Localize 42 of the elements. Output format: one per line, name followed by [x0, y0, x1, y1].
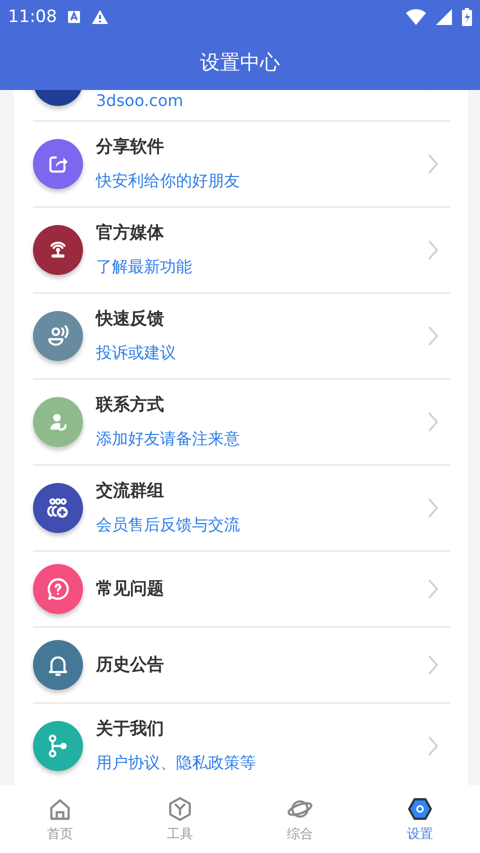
settings-row[interactable]: 分享软件 快安利给你的好朋友 [33, 122, 450, 208]
row-title: 交流群组 [96, 480, 165, 503]
signal-icon [436, 9, 452, 25]
settings-row[interactable]: 常见问题 [33, 552, 450, 628]
chevron-right-icon [428, 240, 438, 260]
row-subtitle: 了解最新功能 [96, 256, 193, 278]
settings-row[interactable]: 交流群组 会员售后反馈与交流 [33, 466, 450, 552]
row-subtitle: 会员售后反馈与交流 [96, 514, 241, 536]
row-subtitle: 3dsoo.com [96, 90, 184, 112]
question-bubble-icon [45, 576, 71, 602]
chevron-right-icon [428, 326, 438, 346]
chevron-right-icon [428, 655, 438, 675]
row-title: 历史公告 [96, 654, 165, 677]
settings-row[interactable]: 联系方式 添加好友请备注来意 [33, 380, 450, 466]
settings-row[interactable]: 快速反馈 投诉或建议 [33, 294, 450, 380]
chevron-right-icon [428, 498, 438, 518]
hexagon-y-icon [167, 796, 193, 822]
hexagon-settings-icon [407, 796, 433, 822]
row-subtitle: 快安利给你的好朋友 [96, 170, 241, 192]
row-title: 分享软件 [96, 136, 165, 159]
page-title: 设置中心 [200, 48, 280, 76]
settings-row[interactable]: 3dsoo.com [33, 90, 450, 122]
status-time: 11:08 [8, 7, 57, 27]
settings-row[interactable]: 历史公告 [33, 628, 450, 704]
font-box-icon [67, 10, 81, 24]
battery-icon [462, 8, 472, 26]
row-subtitle: 用户协议、隐私政策等 [96, 752, 257, 774]
row-title: 常见问题 [96, 578, 165, 601]
row-title: 关于我们 [96, 718, 165, 741]
row-title: 官方媒体 [96, 222, 165, 245]
warning-icon [91, 9, 109, 25]
row-title: 快速反馈 [96, 308, 165, 331]
row-title: 联系方式 [96, 394, 165, 417]
settings-row[interactable]: 官方媒体 了解最新功能 [33, 208, 450, 294]
nav-tab[interactable]: 设置 [360, 785, 480, 853]
row-subtitle: 添加好友请备注来意 [96, 428, 241, 450]
chevron-right-icon [428, 736, 438, 756]
chevron-right-icon [428, 154, 438, 174]
chevron-right-icon [428, 579, 438, 599]
chevron-right-icon [428, 412, 438, 432]
row-subtitle: 投诉或建议 [96, 342, 177, 364]
wifi-icon [406, 9, 426, 25]
